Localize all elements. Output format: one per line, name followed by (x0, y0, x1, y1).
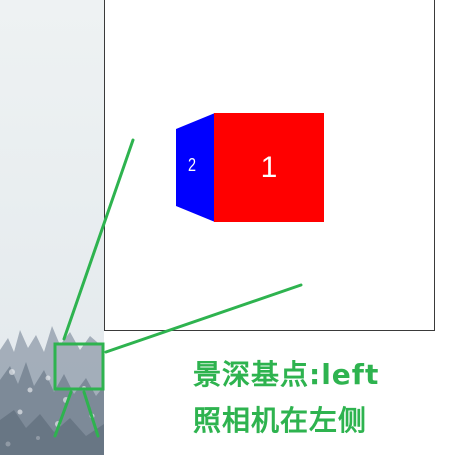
caption-line-2: 照相机在左侧 (193, 404, 368, 437)
caption: 景深基点:left 照相机在左侧 (193, 352, 423, 444)
perspective-demo: 2 1 景深基点:left 照相机在左侧 (0, 0, 450, 455)
background-photo (0, 0, 104, 455)
snowy-forest-image (0, 0, 104, 455)
cube-face-2-label: 2 (187, 155, 196, 175)
caption-line-1: 景深基点:left (193, 358, 380, 391)
cube-face-2: 2 (176, 113, 215, 222)
cube-face-1: 1 (214, 113, 324, 222)
cube-face-1-label: 1 (260, 150, 278, 184)
